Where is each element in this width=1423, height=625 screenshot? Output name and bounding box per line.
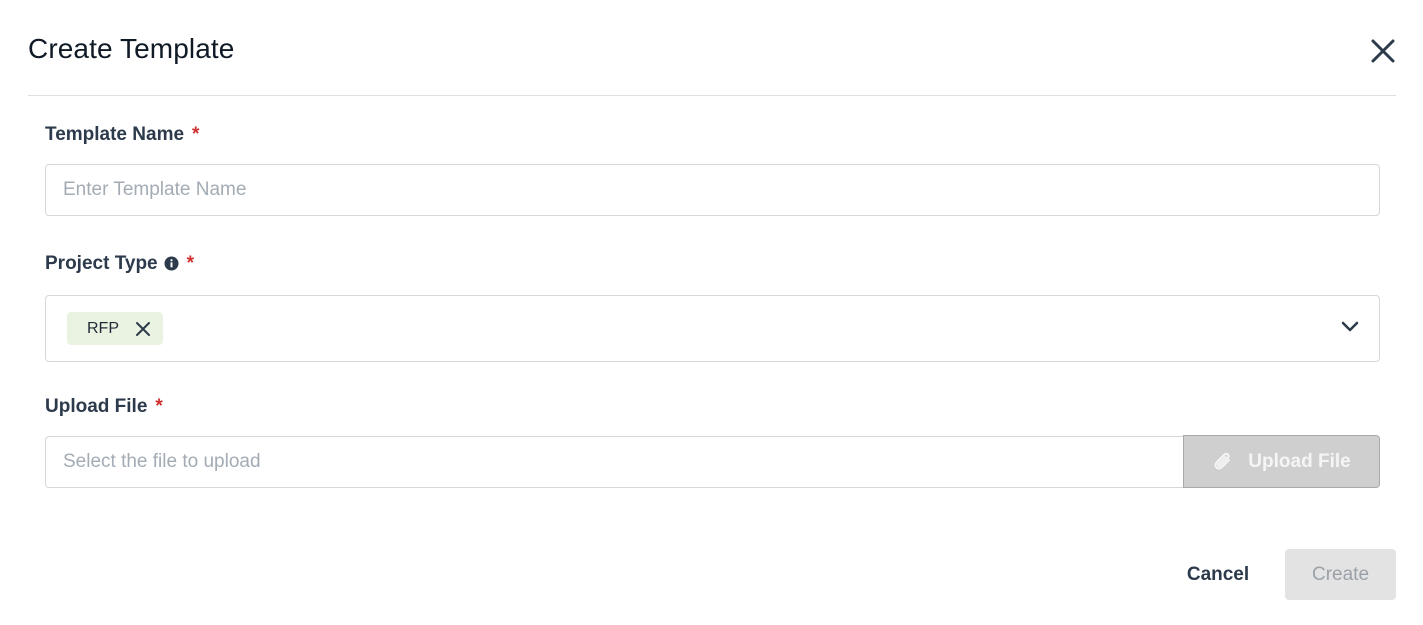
close-icon[interactable]: [1370, 38, 1396, 64]
cancel-button[interactable]: Cancel: [1170, 550, 1266, 600]
project-type-label: Project Type *: [45, 253, 194, 275]
dialog-title: Create Template: [28, 33, 235, 64]
chevron-down-icon[interactable]: [1341, 320, 1359, 334]
upload-file-input[interactable]: [45, 436, 1184, 488]
chip-remove-icon[interactable]: [135, 321, 151, 337]
chip-label: RFP: [87, 319, 119, 337]
info-icon[interactable]: [164, 255, 179, 270]
template-name-input[interactable]: [45, 164, 1380, 216]
project-type-label-text: Project Type: [45, 253, 158, 274]
required-marker: *: [186, 253, 195, 274]
dialog-header: Create Template: [28, 0, 1396, 96]
upload-file-label-text: Upload File: [45, 396, 148, 417]
template-name-label: Template Name *: [45, 124, 199, 146]
paperclip-icon: [1214, 452, 1231, 470]
create-template-dialog: Create Template Template Name * Project …: [0, 0, 1423, 625]
project-type-select[interactable]: RFP: [45, 295, 1380, 362]
template-name-label-text: Template Name: [45, 124, 185, 145]
upload-file-button-label: Upload File: [1248, 450, 1351, 472]
required-marker: *: [155, 396, 163, 417]
upload-file-label: Upload File *: [45, 396, 163, 418]
upload-file-button[interactable]: Upload File: [1183, 435, 1380, 488]
create-button[interactable]: Create: [1285, 549, 1396, 600]
selected-chip-rfp: RFP: [67, 312, 163, 345]
required-marker: *: [192, 124, 200, 145]
